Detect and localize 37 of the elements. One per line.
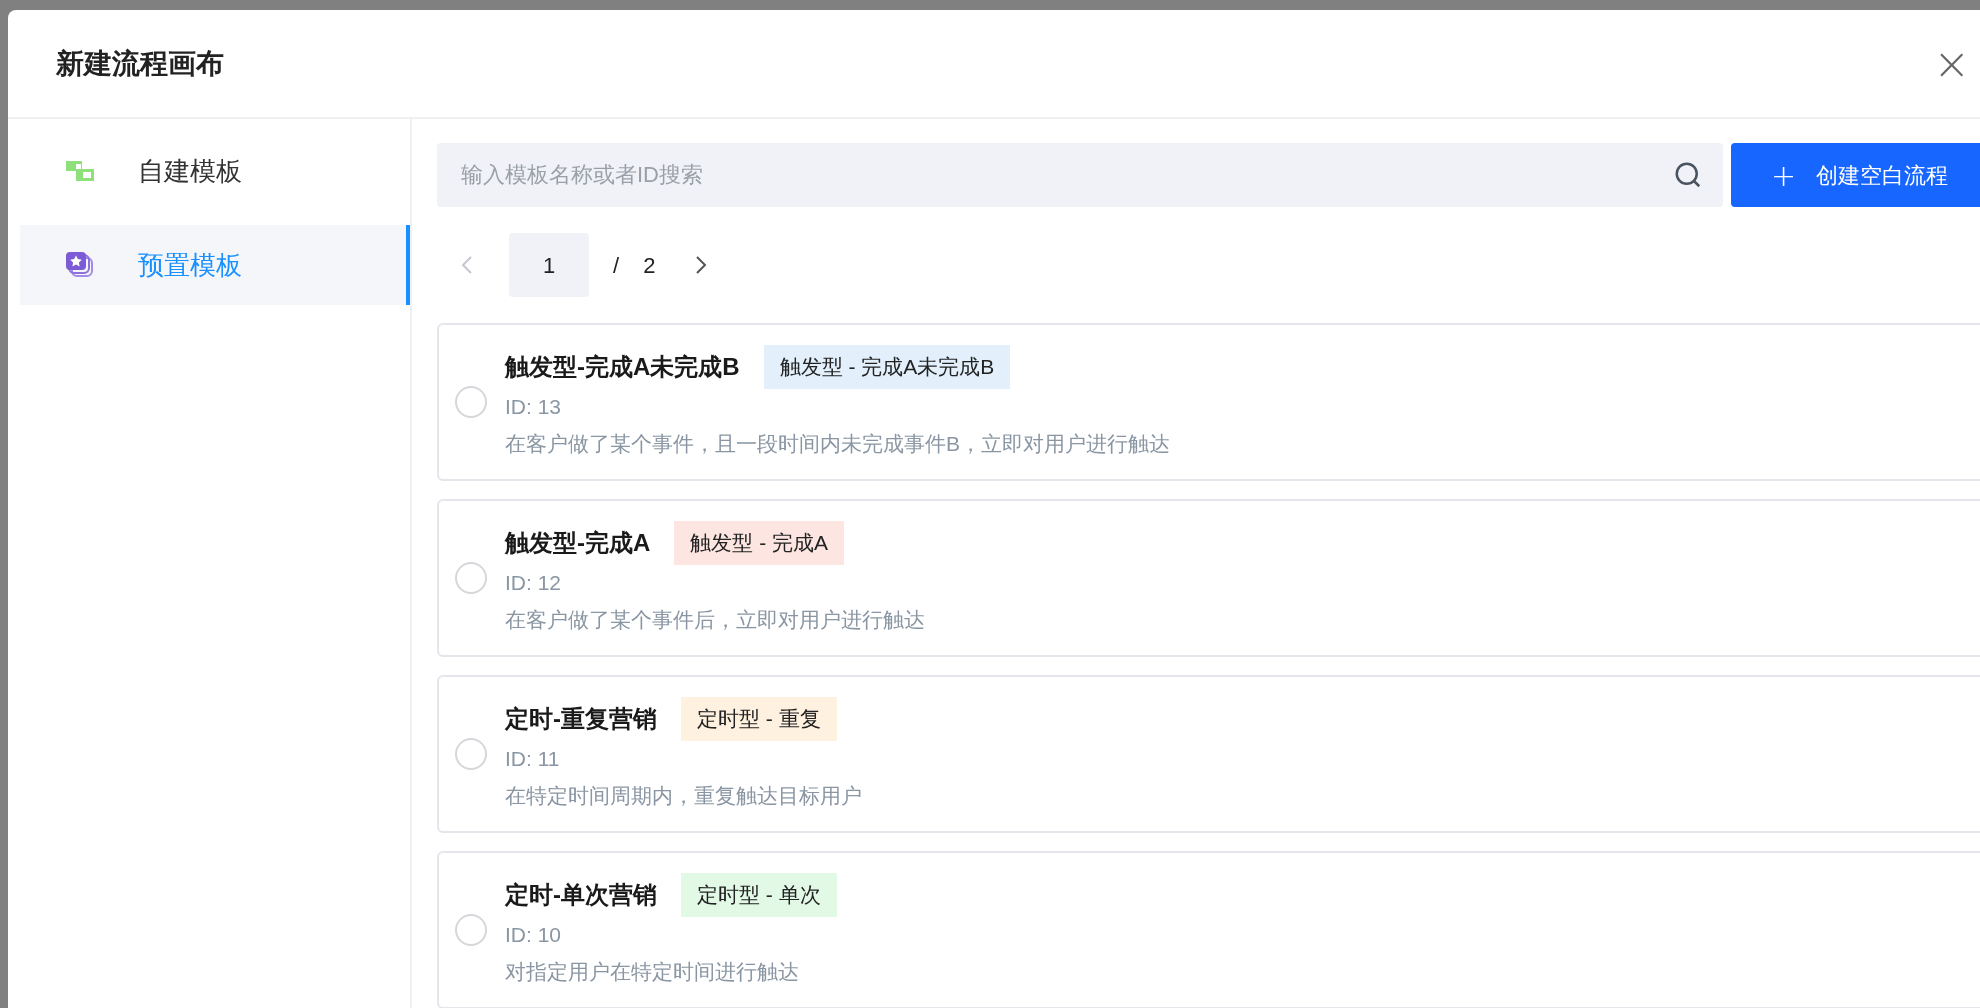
chevron-left-icon[interactable] <box>461 255 473 275</box>
radio-button[interactable] <box>455 914 487 946</box>
page-separator: / <box>613 251 620 280</box>
chevron-right-icon[interactable] <box>695 255 708 275</box>
template-id: ID: 11 <box>505 745 561 772</box>
template-id: ID: 13 <box>505 393 563 420</box>
create-button[interactable]: + 创建空白流程 <box>1731 143 1980 207</box>
sidebar-item[interactable]: 自建模板 <box>20 131 410 211</box>
template-description: 对指定用户在特定时间进行触达 <box>505 959 800 985</box>
close-button[interactable]: × <box>1933 41 1970 86</box>
search-field[interactable]: 输入模板名称或者ID搜索 <box>437 143 1723 207</box>
template-title: 触发型-完成A <box>505 527 651 558</box>
dialog-title: 新建流程画布 <box>56 46 224 81</box>
template-title: 触发型-完成A未完成B <box>505 351 740 382</box>
radio-button[interactable] <box>455 738 487 770</box>
template-tag: 触发型 - 完成A <box>674 520 844 565</box>
page-total: 2 <box>643 251 656 280</box>
page-number-field[interactable]: 1 <box>509 233 589 297</box>
template-card[interactable]: 触发型-完成A未完成B 触发型 - 完成A未完成B ID: 13 在客户做了某个事件，且一段时间内未完成事件B，立即对用户进行触达 <box>437 323 1980 481</box>
radio-button[interactable] <box>455 386 487 418</box>
template-card[interactable]: 定时-重复营销 定时型 - 重复 ID: 11 在特定时间周期内，重复触达目标用户 <box>437 675 1980 833</box>
template-title: 定时-单次营销 <box>505 879 657 910</box>
template-description: 在客户做了某个事件，且一段时间内未完成事件B，立即对用户进行触达 <box>505 431 1170 457</box>
search-icon <box>1673 160 1703 190</box>
template-title: 定时-重复营销 <box>505 703 657 734</box>
template-id: ID: 10 <box>505 921 563 948</box>
radio-button[interactable] <box>455 562 487 594</box>
template-tag: 定时型 - 重复 <box>681 696 837 741</box>
template-id: ID: 12 <box>505 569 563 596</box>
template-tag: 触发型 - 完成A未完成B <box>763 344 1011 389</box>
stacked-star-card-icon <box>66 252 94 278</box>
template-tag: 定时型 - 单次 <box>681 872 837 917</box>
template-description: 在客户做了某个事件后，立即对用户进行触达 <box>505 607 925 633</box>
template-description: 在特定时间周期内，重复触达目标用户 <box>505 783 862 809</box>
template-card[interactable]: 定时-单次营销 定时型 - 单次 ID: 10 对指定用户在特定时间进行触达 <box>437 851 1980 1008</box>
blocks-icon <box>66 161 94 181</box>
template-card[interactable]: 触发型-完成A 触发型 - 完成A ID: 12 在客户做了某个事件后，立即对用户进行触达 <box>437 499 1980 657</box>
